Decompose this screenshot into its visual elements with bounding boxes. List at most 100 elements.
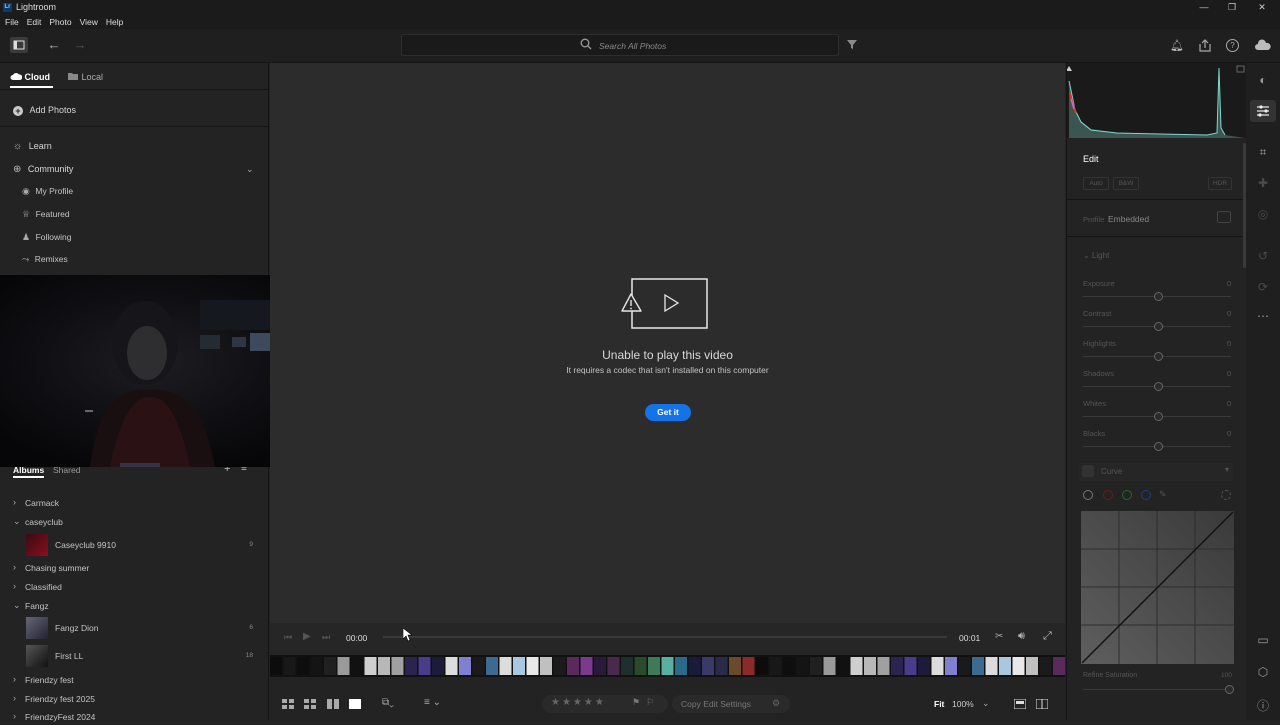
filmstrip-thumbnail[interactable]: [715, 657, 728, 675]
slider-value[interactable]: 0: [1227, 429, 1231, 438]
filmstrip-thumbnail[interactable]: [769, 657, 782, 675]
sort-order-icon[interactable]: ≡ ⌄: [424, 697, 441, 708]
filmstrip-thumbnail[interactable]: [378, 657, 390, 675]
sidebar-item-featured[interactable]: ♕ Featured: [22, 209, 70, 220]
menu-edit[interactable]: Edit: [27, 15, 42, 29]
filmstrip-thumbnail[interactable]: [1026, 657, 1038, 675]
comments-icon[interactable]: ▭: [1246, 633, 1280, 647]
zoom-level-select[interactable]: 100%: [952, 699, 974, 709]
slider-knob[interactable]: [1154, 382, 1163, 391]
bw-button[interactable]: B&W: [1113, 177, 1139, 190]
crop-icon[interactable]: ⌗: [1246, 145, 1280, 160]
hdr-button[interactable]: HDR: [1208, 177, 1232, 190]
filmstrip-thumbnail[interactable]: [702, 657, 714, 675]
info-icon[interactable]: ⓘ: [1246, 697, 1280, 714]
filmstrip-thumbnail[interactable]: [540, 657, 552, 675]
filmstrip-thumbnail[interactable]: [850, 657, 863, 675]
filmstrip-thumbnail[interactable]: [445, 657, 458, 675]
auto-sync-icon[interactable]: ⟳: [1246, 280, 1280, 294]
album-item[interactable]: Caseyclub 9910 9: [0, 534, 268, 558]
folder-item[interactable]: › Carmack: [0, 497, 268, 511]
filmstrip-thumbnail[interactable]: [499, 657, 512, 675]
filmstrip-thumbnail[interactable]: [324, 657, 336, 675]
back-arrow-icon[interactable]: ←: [46, 37, 62, 53]
tag-icon[interactable]: ⬡: [1246, 665, 1280, 679]
slider-value[interactable]: 0: [1227, 369, 1231, 378]
filmstrip-thumbnail[interactable]: [513, 657, 525, 675]
more-options-icon[interactable]: ⋯: [1246, 309, 1280, 323]
panel-toggle-button[interactable]: [10, 37, 28, 53]
bell-icon[interactable]: 🔔︎: [1170, 38, 1184, 54]
trim-icon[interactable]: ✂: [995, 631, 1003, 642]
folder-item[interactable]: › Classified: [0, 581, 268, 595]
filter-icon[interactable]: [846, 38, 858, 52]
forward-arrow-icon[interactable]: →: [72, 37, 88, 53]
filmstrip[interactable]: [270, 655, 1065, 677]
red-channel-icon[interactable]: [1103, 490, 1113, 500]
filmstrip-thumbnail[interactable]: [823, 657, 836, 675]
filmstrip-thumbnail[interactable]: [432, 657, 444, 675]
filmstrip-thumbnail[interactable]: [891, 657, 903, 675]
masking-icon[interactable]: ◎: [1246, 207, 1280, 221]
filmstrip-thumbnail[interactable]: [486, 657, 498, 675]
chevron-right-icon[interactable]: ›: [13, 693, 16, 703]
profile-value[interactable]: Embedded: [1108, 214, 1149, 224]
filmstrip-thumbnail[interactable]: [270, 657, 282, 675]
filmstrip-thumbnail[interactable]: [310, 657, 323, 675]
add-photos-button[interactable]: + Add Photos: [13, 105, 76, 116]
chevron-right-icon[interactable]: ›: [13, 674, 16, 684]
folder-item[interactable]: › FriendzyFest 2024: [0, 711, 268, 725]
filmstrip-thumbnail[interactable]: [580, 657, 593, 675]
filmstrip-thumbnail[interactable]: [958, 657, 971, 675]
slider-knob[interactable]: [1154, 442, 1163, 451]
help-icon[interactable]: ?: [1226, 39, 1239, 52]
filmstrip-thumbnail[interactable]: [729, 657, 741, 675]
folder-item[interactable]: ⌄ Fangz: [0, 600, 268, 614]
slider-value[interactable]: 0: [1227, 309, 1231, 318]
flag-reject-icon[interactable]: ⚐: [646, 697, 654, 708]
video-scrubber[interactable]: [383, 636, 947, 638]
filmstrip-thumbnail[interactable]: [999, 657, 1011, 675]
slider-knob[interactable]: [1154, 352, 1163, 361]
curve-toggle-icon[interactable]: [1082, 465, 1094, 477]
tab-cloud[interactable]: Cloud: [10, 72, 50, 82]
album-item[interactable]: First LL 18: [0, 645, 268, 669]
volume-icon[interactable]: 🔊︎: [1018, 630, 1025, 643]
detail-view-icon[interactable]: [349, 699, 361, 709]
slideshow-icon[interactable]: ⧉⌄: [382, 697, 394, 708]
next-frame-icon[interactable]: ⏭: [322, 632, 330, 643]
close-window-button[interactable]: ✕: [1252, 1, 1272, 14]
filmstrip-thumbnail[interactable]: [756, 657, 768, 675]
info-overlay-icon[interactable]: [1014, 699, 1026, 709]
sidebar-item-following[interactable]: ♟ Following: [22, 232, 72, 243]
menu-view[interactable]: View: [80, 15, 98, 29]
filmstrip-thumbnail[interactable]: [918, 657, 930, 675]
filmstrip-thumbnail[interactable]: [297, 657, 309, 675]
zoom-dropdown-icon[interactable]: ⌄: [982, 698, 990, 709]
filmstrip-thumbnail[interactable]: [634, 657, 647, 675]
prev-frame-icon[interactable]: ⏮: [284, 632, 292, 643]
filmstrip-thumbnail[interactable]: [864, 657, 876, 675]
healing-icon[interactable]: ✚: [1246, 176, 1280, 190]
filmstrip-thumbnail[interactable]: [621, 657, 633, 675]
folder-item[interactable]: › Friendzy fest: [0, 674, 268, 688]
filmstrip-thumbnail[interactable]: [405, 657, 417, 675]
maximize-button[interactable]: ❐: [1222, 1, 1242, 14]
rgb-channel-icon[interactable]: [1083, 490, 1093, 500]
blue-channel-icon[interactable]: [1141, 490, 1151, 500]
share-icon[interactable]: [1198, 39, 1212, 54]
filmstrip-thumbnail[interactable]: [1053, 657, 1065, 675]
filmstrip-thumbnail[interactable]: [648, 657, 660, 675]
filmstrip-thumbnail[interactable]: [607, 657, 620, 675]
flag-pick-icon[interactable]: ⚑: [632, 697, 640, 708]
get-it-button[interactable]: Get it: [645, 404, 691, 421]
menu-photo[interactable]: Photo: [49, 15, 71, 29]
filmstrip-thumbnail[interactable]: [418, 657, 431, 675]
filmstrip-thumbnail[interactable]: [972, 657, 984, 675]
slider-knob[interactable]: [1154, 322, 1163, 331]
album-item[interactable]: Fangz Dion 6: [0, 617, 268, 641]
filmstrip-thumbnail[interactable]: [351, 657, 363, 675]
search-input[interactable]: Search All Photos: [599, 41, 666, 51]
edit-tool-active[interactable]: [1250, 100, 1276, 122]
filmstrip-thumbnail[interactable]: [553, 657, 566, 675]
